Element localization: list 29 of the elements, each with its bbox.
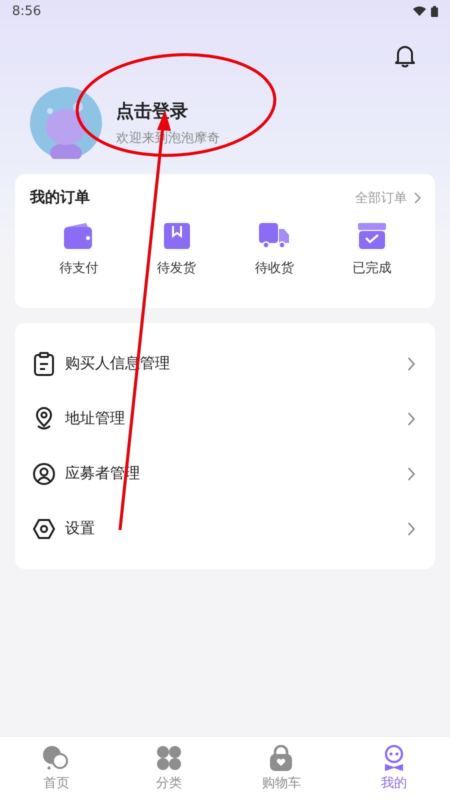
location-pin-icon xyxy=(33,406,55,430)
order-status-label[interactable]: 待收货 xyxy=(254,259,294,277)
battery-icon xyxy=(431,6,438,16)
chevron-icon xyxy=(407,412,415,426)
avatar[interactable] xyxy=(30,87,102,159)
clipboard-icon xyxy=(33,352,55,376)
category-icon xyxy=(156,745,182,771)
order-status-label[interactable]: 已完成 xyxy=(352,259,392,277)
status-time: 8:56 xyxy=(12,4,42,18)
chevron-icon xyxy=(407,356,415,370)
bell-icon[interactable] xyxy=(394,44,416,68)
menu-item[interactable]: 地址管理 xyxy=(65,409,397,428)
order-status-label[interactable]: 待发货 xyxy=(157,259,196,277)
package-icon[interactable] xyxy=(164,223,190,249)
chevron-icon xyxy=(407,466,415,480)
wallet-icon[interactable] xyxy=(64,223,94,249)
chevron-icon xyxy=(407,522,415,536)
person-icon xyxy=(33,462,55,484)
truck-icon[interactable] xyxy=(259,223,290,249)
menu-item[interactable]: 设置 xyxy=(65,519,397,538)
bubbles-icon xyxy=(42,745,70,771)
wifi-icon xyxy=(413,6,426,16)
settings-icon xyxy=(33,518,55,540)
lock-bag-icon xyxy=(269,745,294,771)
order-status-label[interactable]: 待支付 xyxy=(59,259,98,277)
orders-title: 我的订单 xyxy=(30,188,90,207)
box-check-icon[interactable] xyxy=(358,223,386,249)
chevron-icon xyxy=(413,192,421,204)
tab[interactable]: 我的 xyxy=(338,737,450,800)
